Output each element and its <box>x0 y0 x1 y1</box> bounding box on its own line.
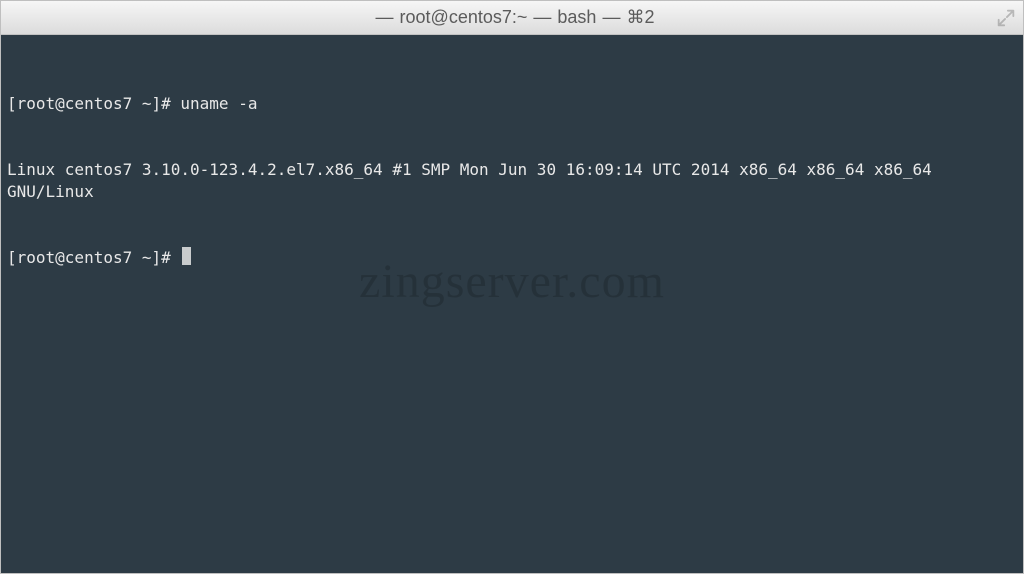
cursor <box>182 247 191 265</box>
titlebar-user-host: root@centos7 <box>400 7 512 28</box>
terminal-line: [root@centos7 ~]# <box>7 247 1017 269</box>
maximize-icon[interactable] <box>995 7 1017 29</box>
titlebar-folder: ~ <box>517 7 528 28</box>
titlebar-shell: bash <box>557 7 596 28</box>
titlebar-shortcut-num: 2 <box>644 7 654 28</box>
prompt: [root@centos7 ~]# <box>7 94 180 113</box>
command-text: uname -a <box>180 94 257 113</box>
terminal-area[interactable]: [root@centos7 ~]# uname -a Linux centos7… <box>1 35 1023 573</box>
terminal-line: [root@centos7 ~]# uname -a <box>7 93 1017 115</box>
titlebar-folder-dash: — <box>376 7 394 28</box>
terminal-output: Linux centos7 3.10.0-123.4.2.el7.x86_64 … <box>7 159 1017 203</box>
cmd-key-icon: ⌘ <box>626 7 644 28</box>
titlebar: — root@centos7:~ — bash — ⌘2 <box>1 1 1023 35</box>
terminal-window: — root@centos7:~ — bash — ⌘2 [root@cento… <box>0 0 1024 574</box>
prompt: [root@centos7 ~]# <box>7 248 180 267</box>
watermark: zingserver.com <box>359 271 665 293</box>
titlebar-shortcut-dash: — <box>602 7 620 28</box>
titlebar-shell-dash: — <box>533 7 551 28</box>
